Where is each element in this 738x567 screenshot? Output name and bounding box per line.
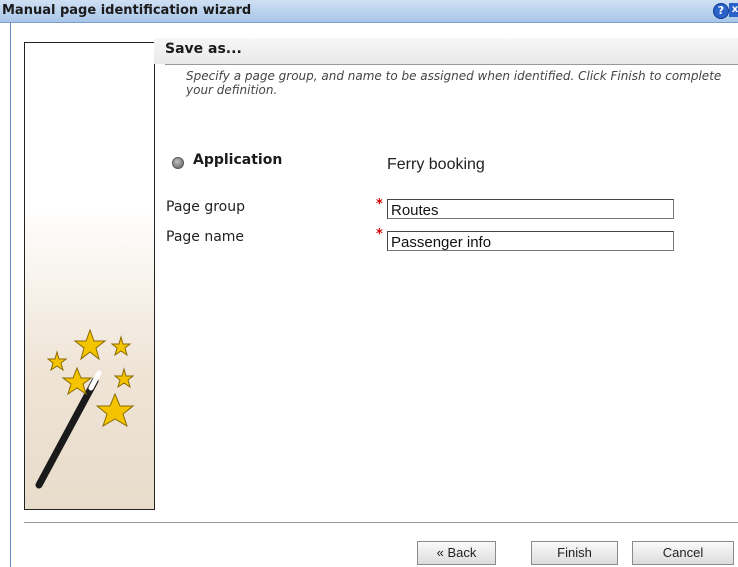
step-instructions: Specify a page group, and name to be ass… (186, 69, 722, 97)
window-title: Manual page identification wizard (2, 3, 252, 18)
application-label: Application (193, 152, 283, 168)
finish-button[interactable]: Finish (531, 541, 618, 565)
page-name-input[interactable] (387, 231, 674, 251)
help-icon[interactable]: ? (713, 3, 729, 19)
wizard-side-panel (24, 42, 155, 510)
step-title: Save as... (165, 41, 242, 57)
magic-wand-icon (35, 328, 135, 489)
cancel-button[interactable]: Cancel (632, 541, 734, 565)
bullet-icon (172, 157, 184, 169)
required-marker: * (376, 227, 383, 242)
footer-divider (24, 522, 738, 523)
title-bar: Manual page identification wizard ? x (0, 0, 738, 23)
header-divider (165, 64, 738, 65)
back-button[interactable]: « Back (417, 541, 496, 565)
page-group-input[interactable] (387, 199, 674, 219)
window-border (10, 22, 11, 567)
page-group-label: Page group (166, 199, 246, 215)
required-marker: * (376, 197, 383, 212)
application-value: Ferry booking (387, 156, 485, 173)
close-icon[interactable]: x (729, 3, 738, 17)
page-name-label: Page name (166, 229, 245, 245)
